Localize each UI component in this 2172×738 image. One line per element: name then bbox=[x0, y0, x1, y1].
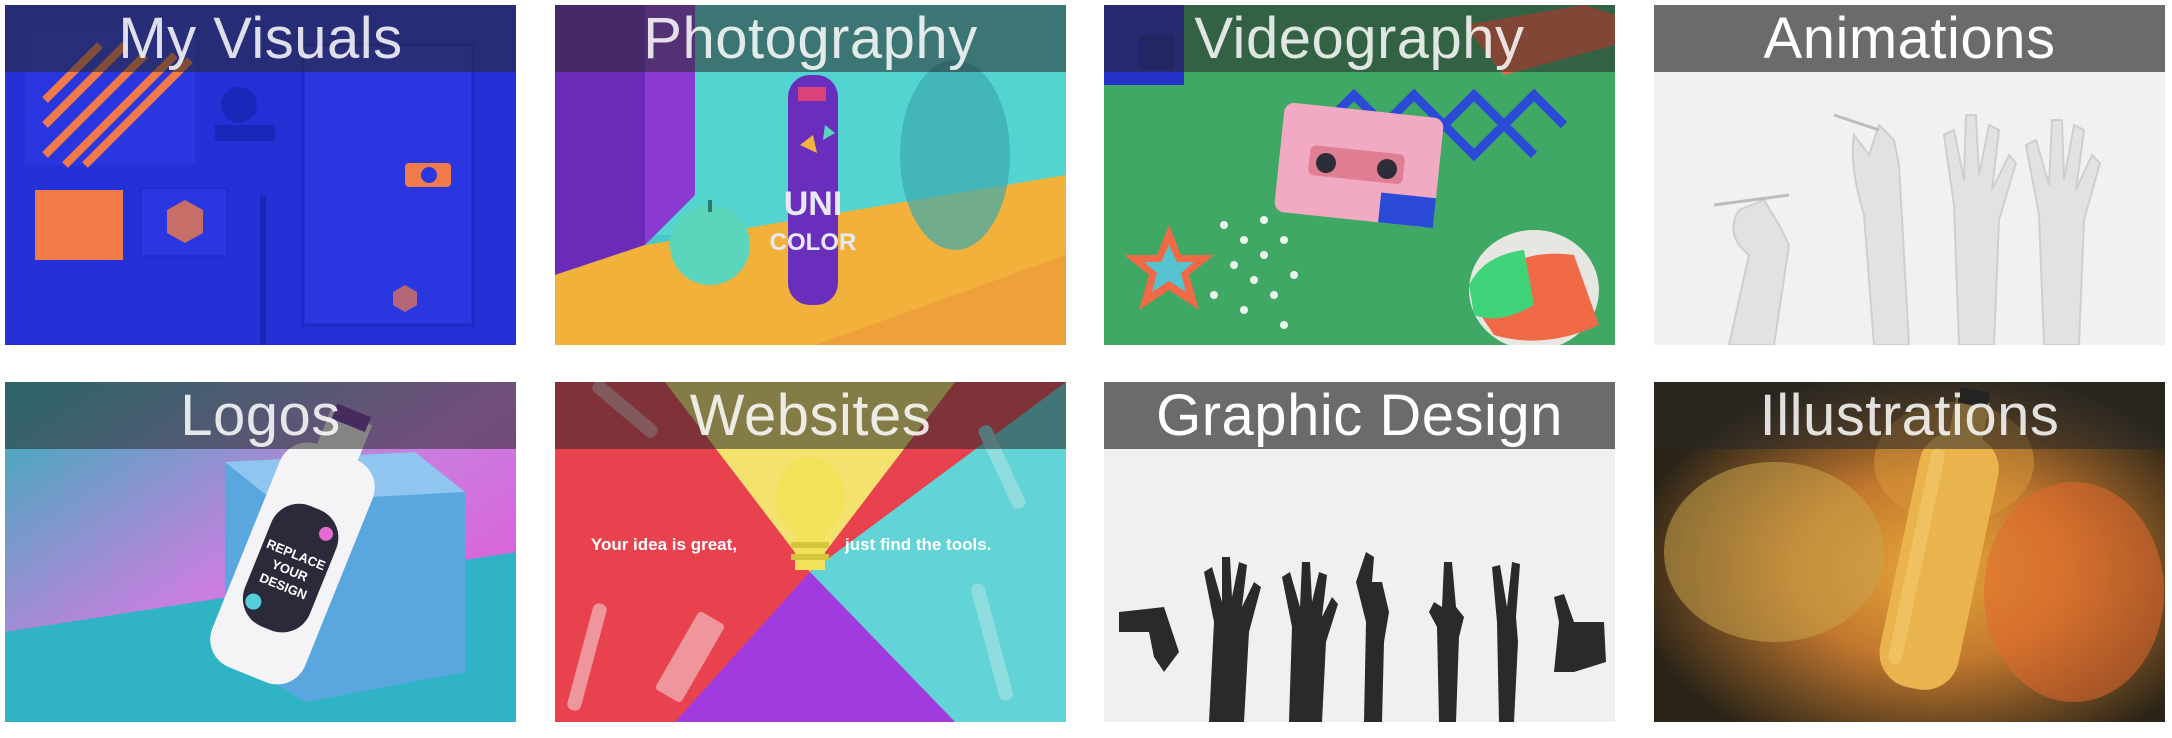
tile-title: My Visuals bbox=[5, 5, 516, 72]
bottle-label: UNI bbox=[784, 185, 843, 223]
svg-text:COLOR: COLOR bbox=[770, 229, 857, 256]
gallery-tile-websites[interactable]: Your idea is great, just find the tools.… bbox=[555, 382, 1066, 722]
gallery-tile-graphic-design[interactable]: Graphic Design bbox=[1104, 382, 1615, 722]
gallery-tile-animations[interactable]: Animations bbox=[1654, 5, 2165, 345]
tile-title: Photography bbox=[555, 5, 1066, 72]
gallery-tile-videography[interactable]: Videography bbox=[1104, 5, 1615, 345]
gallery-tile-photography[interactable]: UNI COLOR Photography bbox=[555, 5, 1066, 345]
gallery-tile-logos[interactable]: REPLACE YOUR DESIGN Logos bbox=[5, 382, 516, 722]
website-tagline-left: Your idea is great, bbox=[591, 535, 737, 554]
website-tagline-right: just find the tools. bbox=[844, 535, 991, 554]
tile-title: Animations bbox=[1654, 5, 2165, 72]
gallery-tile-my-visuals[interactable]: My Visuals bbox=[5, 5, 516, 345]
tile-title: Websites bbox=[555, 382, 1066, 449]
tile-title: Illustrations bbox=[1654, 382, 2165, 449]
tile-title: Graphic Design bbox=[1104, 382, 1615, 449]
tile-title: Logos bbox=[5, 382, 516, 449]
gallery-tile-illustrations[interactable]: Illustrations bbox=[1654, 382, 2165, 722]
tile-title: Videography bbox=[1104, 5, 1615, 72]
